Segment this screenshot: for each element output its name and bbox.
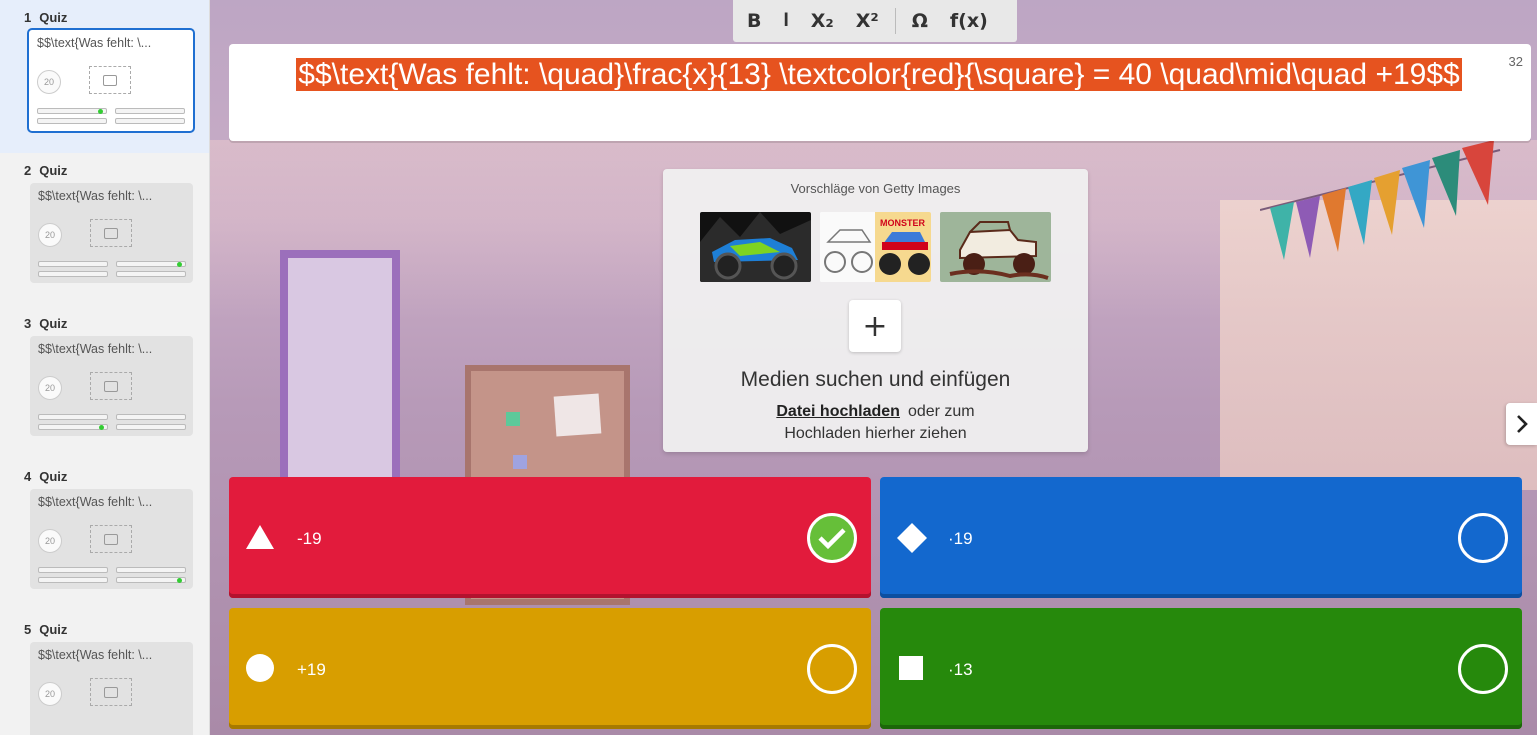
- slide-thumbnail[interactable]: $$\text{Was fehlt: \... 20: [30, 183, 193, 283]
- slide-preview-text: $$\text{Was fehlt: \...: [38, 495, 153, 509]
- background-decoration: [553, 393, 602, 437]
- slide-preview-text: $$\text{Was fehlt: \...: [38, 648, 153, 662]
- bunting-decoration: [1260, 140, 1501, 260]
- check-icon: [818, 528, 846, 550]
- correct-answer-toggle[interactable]: [807, 644, 857, 694]
- correct-answer-toggle[interactable]: [1458, 513, 1508, 563]
- svg-text:MONSTER: MONSTER: [880, 218, 926, 228]
- slide-canvas: B I X₂ X² Ω f(x) $$\text{Was fehlt: \qua…: [210, 0, 1537, 735]
- superscript-button[interactable]: X²: [856, 10, 879, 32]
- answer-text[interactable]: -19: [297, 529, 322, 549]
- correct-answer-toggle[interactable]: [1458, 644, 1508, 694]
- background-decoration: [280, 250, 400, 500]
- character-counter: 32: [1508, 54, 1523, 69]
- slide-item-2[interactable]: 2 Quiz $$\text{Was fehlt: \... 20: [0, 153, 209, 306]
- add-media-button[interactable]: +: [849, 300, 901, 352]
- answer-text[interactable]: ·19: [948, 529, 973, 549]
- circle-icon: [245, 653, 275, 683]
- slide-thumbnail[interactable]: $$\text{Was fehlt: \... 20: [30, 336, 193, 436]
- timer-badge: 20: [38, 376, 62, 400]
- slide-header: 4 Quiz: [24, 469, 68, 484]
- slide-header: 2 Quiz: [24, 163, 68, 178]
- correct-answer-toggle[interactable]: [807, 513, 857, 563]
- answer-option-4[interactable]: ·13: [880, 608, 1522, 729]
- slide-preview-text: $$\text{Was fehlt: \...: [38, 342, 153, 356]
- monster-truck-image[interactable]: MONSTER: [820, 212, 931, 282]
- answer-text[interactable]: ·13: [948, 660, 973, 680]
- next-slide-button[interactable]: [1506, 403, 1537, 445]
- bold-button[interactable]: B: [747, 10, 761, 32]
- answer-option-2[interactable]: ·19: [880, 477, 1522, 598]
- question-input[interactable]: $$\text{Was fehlt: \quad}\frac{x}{13} \t…: [229, 44, 1531, 141]
- jeep-image[interactable]: [940, 212, 1051, 282]
- timer-badge: 20: [38, 682, 62, 706]
- image-placeholder-icon: [90, 678, 132, 706]
- symbol-button[interactable]: Ω: [912, 10, 928, 32]
- media-panel: Vorschläge von Getty Images MONSTER + Me…: [663, 169, 1088, 452]
- slide-header: 1 Quiz: [24, 10, 68, 25]
- media-heading: Medien suchen und einfügen: [740, 368, 1011, 391]
- diamond-icon: [896, 522, 927, 553]
- question-text[interactable]: $$\text{Was fehlt: \quad}\frac{x}{13} \t…: [269, 56, 1489, 93]
- image-placeholder-icon: [90, 219, 132, 247]
- formatting-toolbar: B I X₂ X² Ω f(x): [733, 0, 1017, 42]
- timer-badge: 20: [38, 529, 62, 553]
- slide-thumbnail[interactable]: $$\text{Was fehlt: \... 20: [27, 28, 195, 133]
- subscript-button[interactable]: X₂: [811, 10, 834, 32]
- slide-header: 3 Quiz: [24, 316, 68, 331]
- slide-thumbnail[interactable]: $$\text{Was fehlt: \... 20: [30, 489, 193, 589]
- background-decoration: [513, 455, 527, 469]
- slide-sidebar: 1 Quiz $$\text{Was fehlt: \... 20 2 Quiz $…: [0, 0, 210, 735]
- square-icon: [896, 653, 926, 683]
- upload-hint: Datei hochladen oder zum Hochladen hierhe…: [776, 403, 975, 442]
- slide-item-5[interactable]: 5 Quiz $$\text{Was fehlt: \... 20: [0, 612, 209, 735]
- timer-badge: 20: [37, 70, 61, 94]
- slide-item-1[interactable]: 1 Quiz $$\text{Was fehlt: \... 20: [0, 0, 209, 153]
- timer-badge: 20: [38, 223, 62, 247]
- slide-item-4[interactable]: 4 Quiz $$\text{Was fehlt: \... 20: [0, 459, 209, 612]
- toolbar-divider: [894, 8, 896, 34]
- answer-option-3[interactable]: +19: [229, 608, 871, 729]
- answer-option-1[interactable]: -19: [229, 477, 871, 598]
- image-placeholder-icon: [90, 525, 132, 553]
- function-button[interactable]: f(x): [950, 10, 988, 32]
- suggestions-title: Vorschläge von Getty Images: [790, 181, 961, 196]
- atv-image[interactable]: [700, 212, 811, 282]
- slide-preview-text: $$\text{Was fehlt: \...: [38, 189, 153, 203]
- slide-preview-text: $$\text{Was fehlt: \...: [37, 36, 152, 50]
- chevron-right-icon: [1516, 415, 1528, 433]
- answer-text[interactable]: +19: [297, 660, 326, 680]
- slide-item-3[interactable]: 3 Quiz $$\text{Was fehlt: \... 20: [0, 306, 209, 459]
- triangle-icon: [245, 522, 275, 552]
- image-placeholder-icon: [89, 66, 131, 94]
- upload-file-link[interactable]: Datei hochladen: [776, 403, 900, 420]
- image-placeholder-icon: [90, 372, 132, 400]
- italic-button[interactable]: I: [783, 10, 788, 32]
- slide-thumbnail[interactable]: $$\text{Was fehlt: \... 20: [30, 642, 193, 735]
- background-decoration: [506, 412, 520, 426]
- slide-header: 5 Quiz: [24, 622, 68, 637]
